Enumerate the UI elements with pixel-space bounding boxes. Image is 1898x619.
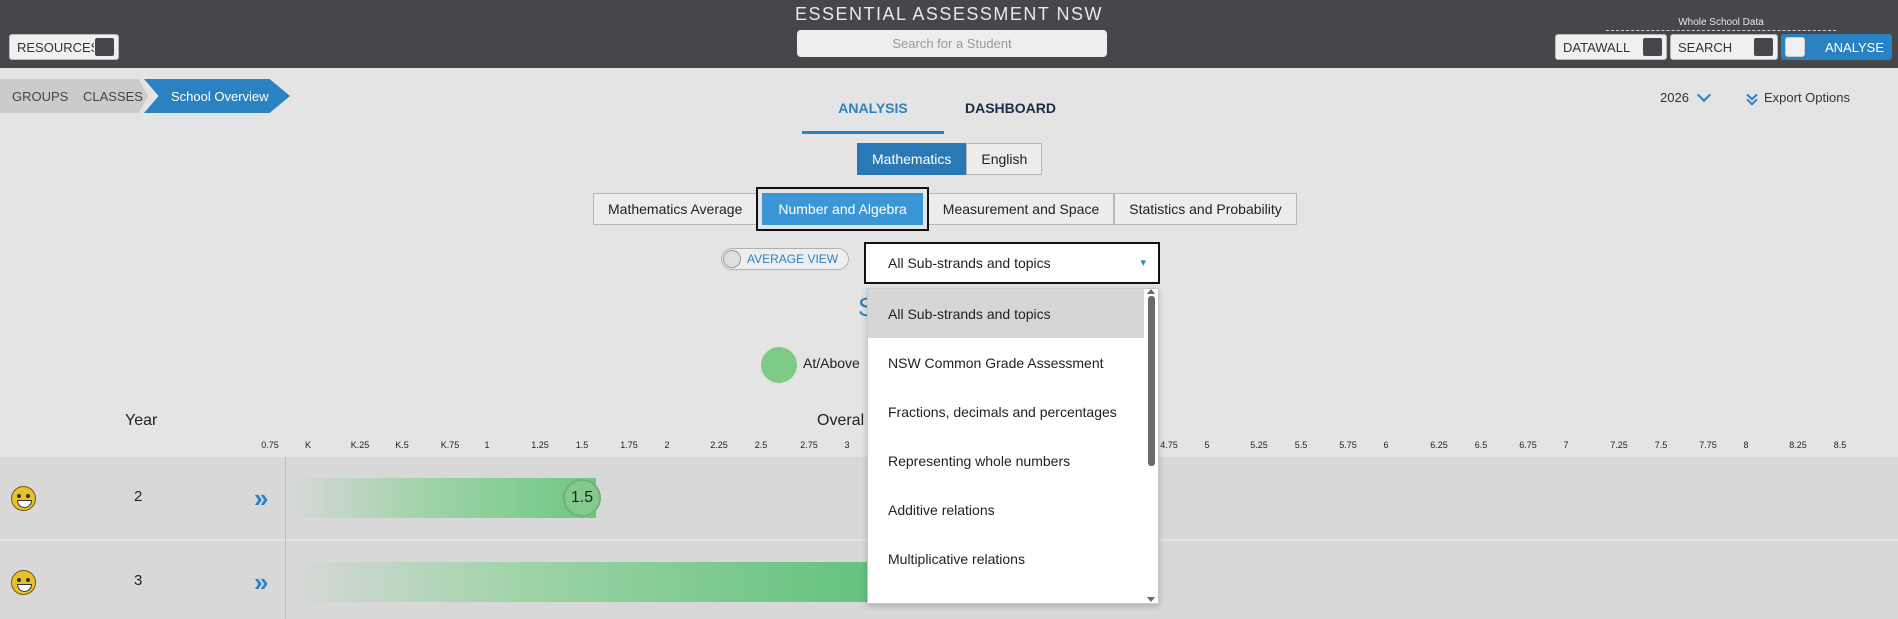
tick-label: 0.75 xyxy=(261,440,279,450)
breadcrumb-groups[interactable]: GROUPS xyxy=(0,79,72,113)
tick-label: 1.5 xyxy=(575,440,589,450)
strand-selector: Mathematics Average Number and Algebra M… xyxy=(593,187,1297,231)
resources-button[interactable]: RESOURCES xyxy=(9,34,119,60)
dropdown-option[interactable]: Additive relations xyxy=(868,485,1144,534)
search-mode-label: SEARCH xyxy=(1678,39,1733,55)
tab-dashboard[interactable]: DASHBOARD xyxy=(965,100,1056,116)
tick-label: 1.25 xyxy=(531,440,549,450)
axis-line xyxy=(285,457,286,619)
dropdown-option[interactable]: Representing whole numbers xyxy=(868,436,1144,485)
strand-focus-ring: Number and Algebra xyxy=(756,187,929,231)
tick-label: 1 xyxy=(484,440,490,450)
tick-label: 8.5 xyxy=(1833,440,1847,450)
subject-english[interactable]: English xyxy=(966,143,1043,175)
average-view-toggle[interactable]: AVERAGE VIEW xyxy=(721,248,849,270)
substrand-dropdown-list: All Sub-strands and topics NSW Common Gr… xyxy=(867,288,1159,604)
tick-label: K.5 xyxy=(395,440,409,450)
analyse-button[interactable]: ANALYSE xyxy=(1781,34,1892,60)
tick-label: 2 xyxy=(664,440,670,450)
smiley-icon xyxy=(11,486,36,511)
datawall-toggle-icon xyxy=(1642,37,1663,57)
tick-label: 8.25 xyxy=(1789,440,1807,450)
tick-label: 6.5 xyxy=(1474,440,1488,450)
export-options-label: Export Options xyxy=(1764,90,1850,105)
year-select[interactable]: 2026 xyxy=(1660,87,1711,105)
analyse-toggle-icon xyxy=(1785,37,1805,57)
tick-label: 2.25 xyxy=(710,440,728,450)
row-year: 3 xyxy=(134,572,143,589)
tick-label: 5 xyxy=(1204,440,1210,450)
bar-value-badge: 1.5 xyxy=(563,479,601,517)
search-toggle-icon xyxy=(1753,37,1774,57)
resources-toggle-icon xyxy=(94,37,115,57)
tick-label: 6 xyxy=(1383,440,1389,450)
search-mode-button[interactable]: SEARCH xyxy=(1670,34,1778,60)
tick-label: 7.5 xyxy=(1654,440,1668,450)
strand-number-and-algebra[interactable]: Number and Algebra xyxy=(762,193,923,225)
subject-mathematics[interactable]: Mathematics xyxy=(857,143,967,175)
dropdown-scrollbar[interactable] xyxy=(1146,289,1156,602)
year-select-value: 2026 xyxy=(1660,90,1689,105)
tick-label: 2.75 xyxy=(800,440,818,450)
legend-at-above-label: At/Above xyxy=(803,355,860,371)
tick-label: K.25 xyxy=(350,440,370,450)
average-view-label: AVERAGE VIEW xyxy=(747,252,839,266)
double-chevron-down-icon xyxy=(1745,88,1759,106)
column-header-year: Year xyxy=(125,412,158,429)
chevron-down-icon: ▾ xyxy=(1140,257,1146,269)
dropdown-option[interactable]: Multiplicative relations xyxy=(868,534,1144,583)
tick-label: 5.25 xyxy=(1250,440,1268,450)
tick-label: 6.25 xyxy=(1430,440,1448,450)
tick-label: 7.75 xyxy=(1699,440,1717,450)
student-search-input[interactable] xyxy=(797,30,1107,57)
tick-label: 8 xyxy=(1743,440,1749,450)
toggle-knob xyxy=(723,250,741,268)
double-chevron-right-icon[interactable]: » xyxy=(254,483,269,514)
datawall-button[interactable]: DATAWALL xyxy=(1555,34,1667,60)
tick-label: 3 xyxy=(844,440,850,450)
tick-label: 2.5 xyxy=(754,440,768,450)
analyse-label: ANALYSE xyxy=(1824,39,1884,55)
chevron-down-icon xyxy=(1696,87,1711,103)
tick-label: K.75 xyxy=(440,440,460,450)
whole-school-data-label: Whole School Data xyxy=(1606,17,1836,31)
export-options-button[interactable]: Export Options xyxy=(1745,88,1850,106)
datawall-label: DATAWALL xyxy=(1563,39,1631,55)
progress-bar xyxy=(286,478,596,518)
scrollbar-thumb[interactable] xyxy=(1148,296,1155,466)
dropdown-option[interactable]: NSW Common Grade Assessment xyxy=(868,338,1144,387)
resources-label: RESOURCES xyxy=(17,39,100,55)
scroll-up-icon[interactable] xyxy=(1147,289,1155,294)
breadcrumb-classes[interactable]: CLASSES xyxy=(72,79,148,113)
smiley-icon xyxy=(11,570,36,595)
subject-selector: Mathematics English xyxy=(857,143,1043,175)
strand-statistics-and-probability[interactable]: Statistics and Probability xyxy=(1114,193,1297,225)
dropdown-option[interactable]: Fractions, decimals and percentages xyxy=(868,387,1144,436)
tab-analysis[interactable]: ANALYSIS xyxy=(802,100,944,134)
row-year: 2 xyxy=(134,488,143,505)
tick-label: 7 xyxy=(1563,440,1569,450)
strand-measurement-and-space[interactable]: Measurement and Space xyxy=(927,193,1115,225)
strand-mathematics-average[interactable]: Mathematics Average xyxy=(593,193,758,225)
substrand-select-value: All Sub-strands and topics xyxy=(888,255,1051,271)
substrand-select[interactable]: All Sub-strands and topics ▾ xyxy=(864,242,1160,284)
top-header: ESSENTIAL ASSESSMENT NSW RESOURCES Whole… xyxy=(0,0,1898,68)
column-header-overall: Overal xyxy=(817,412,865,429)
tick-label: 6.75 xyxy=(1519,440,1537,450)
progress-bar xyxy=(286,562,876,602)
legend-at-above-dot xyxy=(761,347,797,383)
tick-label: 4.75 xyxy=(1160,440,1178,450)
tick-label: 5.75 xyxy=(1339,440,1357,450)
breadcrumb-school-overview[interactable]: School Overview xyxy=(144,79,290,113)
tick-label: 7.25 xyxy=(1610,440,1628,450)
tick-label: 1.75 xyxy=(620,440,638,450)
dropdown-option[interactable]: Partitioned and quantity fractions xyxy=(868,583,1144,604)
tick-label: K xyxy=(304,440,312,450)
tick-label: 5.5 xyxy=(1294,440,1308,450)
dropdown-option[interactable]: All Sub-strands and topics xyxy=(868,289,1144,338)
scroll-down-icon[interactable] xyxy=(1147,597,1155,602)
double-chevron-right-icon[interactable]: » xyxy=(254,567,269,598)
